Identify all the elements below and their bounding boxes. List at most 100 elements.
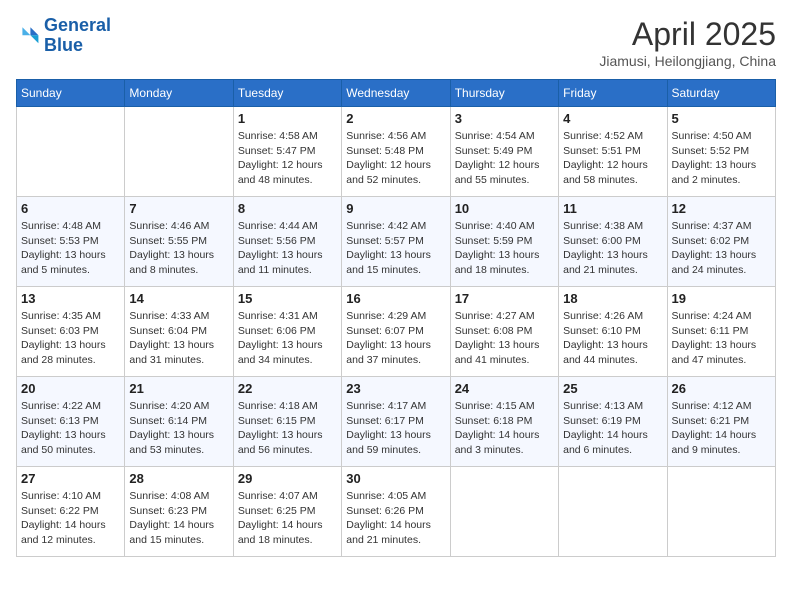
logo: General Blue xyxy=(16,16,111,56)
day-number: 29 xyxy=(238,471,337,486)
day-info: Sunrise: 4:44 AM Sunset: 5:56 PM Dayligh… xyxy=(238,219,337,278)
calendar-cell xyxy=(450,467,558,557)
calendar-cell: 24 Sunrise: 4:15 AM Sunset: 6:18 PM Dayli… xyxy=(450,377,558,467)
title-area: April 2025 Jiamusi, Heilongjiang, China xyxy=(599,16,776,69)
calendar-cell: 19 Sunrise: 4:24 AM Sunset: 6:11 PM Dayli… xyxy=(667,287,775,377)
day-info: Sunrise: 4:18 AM Sunset: 6:15 PM Dayligh… xyxy=(238,399,337,458)
calendar-cell xyxy=(17,107,125,197)
calendar-cell: 10 Sunrise: 4:40 AM Sunset: 5:59 PM Dayli… xyxy=(450,197,558,287)
day-number: 16 xyxy=(346,291,445,306)
day-info: Sunrise: 4:05 AM Sunset: 6:26 PM Dayligh… xyxy=(346,489,445,548)
calendar-week-row: 20 Sunrise: 4:22 AM Sunset: 6:13 PM Dayli… xyxy=(17,377,776,467)
calendar-cell: 23 Sunrise: 4:17 AM Sunset: 6:17 PM Dayli… xyxy=(342,377,450,467)
day-info: Sunrise: 4:17 AM Sunset: 6:17 PM Dayligh… xyxy=(346,399,445,458)
day-number: 18 xyxy=(563,291,662,306)
day-info: Sunrise: 4:26 AM Sunset: 6:10 PM Dayligh… xyxy=(563,309,662,368)
day-number: 24 xyxy=(455,381,554,396)
calendar-cell: 20 Sunrise: 4:22 AM Sunset: 6:13 PM Dayli… xyxy=(17,377,125,467)
calendar-week-row: 27 Sunrise: 4:10 AM Sunset: 6:22 PM Dayli… xyxy=(17,467,776,557)
day-info: Sunrise: 4:24 AM Sunset: 6:11 PM Dayligh… xyxy=(672,309,771,368)
day-number: 22 xyxy=(238,381,337,396)
calendar-cell: 6Sunrise: 4:48 AM Sunset: 5:53 PM Daylig… xyxy=(17,197,125,287)
weekday-header: Sunday xyxy=(17,80,125,107)
calendar-cell: 30 Sunrise: 4:05 AM Sunset: 6:26 PM Dayli… xyxy=(342,467,450,557)
day-number: 1 xyxy=(238,111,337,126)
calendar-cell: 11 Sunrise: 4:38 AM Sunset: 6:00 PM Dayli… xyxy=(559,197,667,287)
calendar-cell: 1 Sunrise: 4:58 AM Sunset: 5:47 PM Daylig… xyxy=(233,107,341,197)
day-info: Sunrise: 4:31 AM Sunset: 6:06 PM Dayligh… xyxy=(238,309,337,368)
calendar-cell: 3 Sunrise: 4:54 AM Sunset: 5:49 PM Daylig… xyxy=(450,107,558,197)
day-number: 15 xyxy=(238,291,337,306)
month-title: April 2025 xyxy=(599,16,776,53)
weekday-header-row: SundayMondayTuesdayWednesdayThursdayFrid… xyxy=(17,80,776,107)
day-number: 28 xyxy=(129,471,228,486)
day-number: 2 xyxy=(346,111,445,126)
day-info: Sunrise: 4:29 AM Sunset: 6:07 PM Dayligh… xyxy=(346,309,445,368)
calendar-cell: 8 Sunrise: 4:44 AM Sunset: 5:56 PM Daylig… xyxy=(233,197,341,287)
weekday-header: Tuesday xyxy=(233,80,341,107)
calendar-cell: 12Sunrise: 4:37 AM Sunset: 6:02 PM Dayli… xyxy=(667,197,775,287)
day-number: 3 xyxy=(455,111,554,126)
calendar-cell: 22 Sunrise: 4:18 AM Sunset: 6:15 PM Dayli… xyxy=(233,377,341,467)
weekday-header: Thursday xyxy=(450,80,558,107)
calendar-cell: 29 Sunrise: 4:07 AM Sunset: 6:25 PM Dayli… xyxy=(233,467,341,557)
day-number: 30 xyxy=(346,471,445,486)
calendar-cell: 18 Sunrise: 4:26 AM Sunset: 6:10 PM Dayli… xyxy=(559,287,667,377)
weekday-header: Monday xyxy=(125,80,233,107)
day-number: 10 xyxy=(455,201,554,216)
weekday-header: Friday xyxy=(559,80,667,107)
logo-line2: Blue xyxy=(44,35,83,55)
day-number: 20 xyxy=(21,381,120,396)
page-header: General Blue April 2025 Jiamusi, Heilong… xyxy=(16,16,776,69)
location-title: Jiamusi, Heilongjiang, China xyxy=(599,53,776,69)
day-info: Sunrise: 4:13 AM Sunset: 6:19 PM Dayligh… xyxy=(563,399,662,458)
day-number: 23 xyxy=(346,381,445,396)
calendar-cell: 17Sunrise: 4:27 AM Sunset: 6:08 PM Dayli… xyxy=(450,287,558,377)
calendar-week-row: 6Sunrise: 4:48 AM Sunset: 5:53 PM Daylig… xyxy=(17,197,776,287)
calendar-cell: 28 Sunrise: 4:08 AM Sunset: 6:23 PM Dayli… xyxy=(125,467,233,557)
day-number: 21 xyxy=(129,381,228,396)
day-number: 8 xyxy=(238,201,337,216)
day-info: Sunrise: 4:08 AM Sunset: 6:23 PM Dayligh… xyxy=(129,489,228,548)
calendar-cell: 5 Sunrise: 4:50 AM Sunset: 5:52 PM Daylig… xyxy=(667,107,775,197)
calendar-cell: 26Sunrise: 4:12 AM Sunset: 6:21 PM Dayli… xyxy=(667,377,775,467)
logo-text: General Blue xyxy=(44,16,111,56)
calendar-cell xyxy=(667,467,775,557)
day-number: 11 xyxy=(563,201,662,216)
day-info: Sunrise: 4:07 AM Sunset: 6:25 PM Dayligh… xyxy=(238,489,337,548)
day-number: 19 xyxy=(672,291,771,306)
day-info: Sunrise: 4:58 AM Sunset: 5:47 PM Dayligh… xyxy=(238,129,337,188)
day-info: Sunrise: 4:50 AM Sunset: 5:52 PM Dayligh… xyxy=(672,129,771,188)
day-number: 13 xyxy=(21,291,120,306)
day-number: 27 xyxy=(21,471,120,486)
day-info: Sunrise: 4:38 AM Sunset: 6:00 PM Dayligh… xyxy=(563,219,662,278)
day-number: 4 xyxy=(563,111,662,126)
day-info: Sunrise: 4:40 AM Sunset: 5:59 PM Dayligh… xyxy=(455,219,554,278)
day-info: Sunrise: 4:56 AM Sunset: 5:48 PM Dayligh… xyxy=(346,129,445,188)
day-info: Sunrise: 4:20 AM Sunset: 6:14 PM Dayligh… xyxy=(129,399,228,458)
day-number: 5 xyxy=(672,111,771,126)
calendar-cell: 9Sunrise: 4:42 AM Sunset: 5:57 PM Daylig… xyxy=(342,197,450,287)
logo-icon xyxy=(16,24,40,48)
day-info: Sunrise: 4:12 AM Sunset: 6:21 PM Dayligh… xyxy=(672,399,771,458)
day-number: 12 xyxy=(672,201,771,216)
day-info: Sunrise: 4:10 AM Sunset: 6:22 PM Dayligh… xyxy=(21,489,120,548)
calendar-cell: 14Sunrise: 4:33 AM Sunset: 6:04 PM Dayli… xyxy=(125,287,233,377)
calendar-cell xyxy=(559,467,667,557)
calendar-cell: 25Sunrise: 4:13 AM Sunset: 6:19 PM Dayli… xyxy=(559,377,667,467)
day-number: 17 xyxy=(455,291,554,306)
weekday-header: Saturday xyxy=(667,80,775,107)
day-info: Sunrise: 4:52 AM Sunset: 5:51 PM Dayligh… xyxy=(563,129,662,188)
day-info: Sunrise: 4:46 AM Sunset: 5:55 PM Dayligh… xyxy=(129,219,228,278)
calendar-week-row: 13 Sunrise: 4:35 AM Sunset: 6:03 PM Dayli… xyxy=(17,287,776,377)
day-info: Sunrise: 4:15 AM Sunset: 6:18 PM Dayligh… xyxy=(455,399,554,458)
day-info: Sunrise: 4:33 AM Sunset: 6:04 PM Dayligh… xyxy=(129,309,228,368)
day-info: Sunrise: 4:22 AM Sunset: 6:13 PM Dayligh… xyxy=(21,399,120,458)
weekday-header: Wednesday xyxy=(342,80,450,107)
day-number: 9 xyxy=(346,201,445,216)
day-info: Sunrise: 4:35 AM Sunset: 6:03 PM Dayligh… xyxy=(21,309,120,368)
day-info: Sunrise: 4:54 AM Sunset: 5:49 PM Dayligh… xyxy=(455,129,554,188)
calendar-cell xyxy=(125,107,233,197)
day-number: 6 xyxy=(21,201,120,216)
calendar-cell: 16 Sunrise: 4:29 AM Sunset: 6:07 PM Dayli… xyxy=(342,287,450,377)
